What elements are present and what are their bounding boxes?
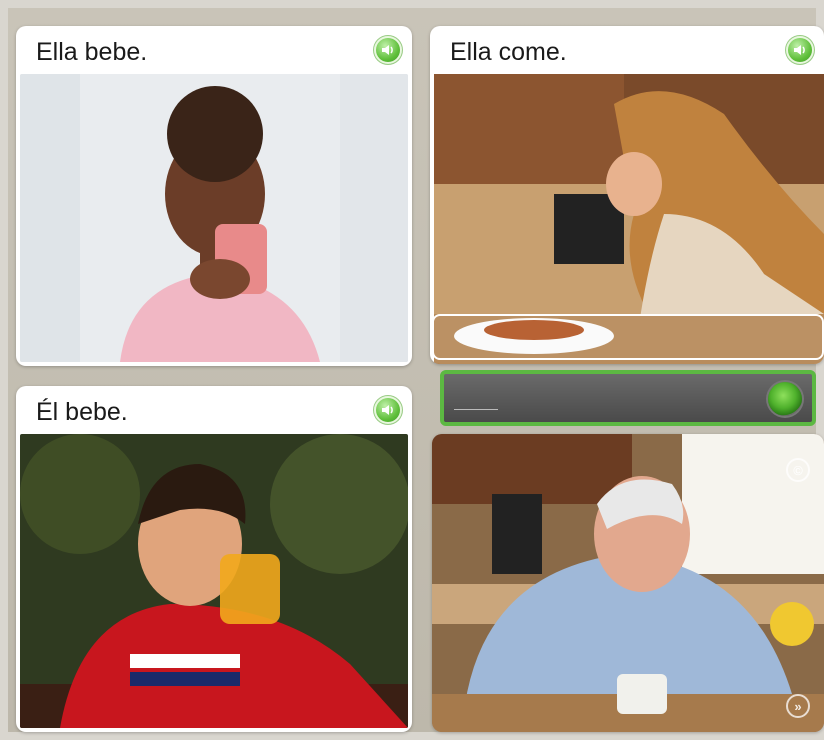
photo-man-eating (432, 434, 824, 732)
photo-boy-drinking (20, 434, 408, 728)
picture-card-el-bebe[interactable]: Él bebe. (16, 386, 412, 732)
card-caption: Ella come. (450, 38, 567, 66)
photo-woman-drinking (20, 74, 408, 362)
speaker-icon[interactable] (374, 396, 402, 424)
next-icon[interactable]: » (786, 694, 810, 718)
exercise-stage: Ella bebe. Ella come. Él bebe. © » (8, 8, 824, 732)
card-caption: Ella bebe. (36, 38, 148, 66)
copyright-icon: © (786, 458, 810, 482)
speaker-icon[interactable] (786, 36, 814, 64)
picture-card-man-eating[interactable]: © » (432, 434, 824, 732)
speaker-icon[interactable] (374, 36, 402, 64)
caption-frame (432, 314, 824, 360)
picture-card-ella-bebe[interactable]: Ella bebe. (16, 26, 412, 366)
answer-input[interactable] (440, 370, 816, 426)
microphone-icon[interactable] (768, 382, 802, 416)
cursor-underline (454, 409, 498, 410)
card-caption: Él bebe. (36, 398, 128, 426)
